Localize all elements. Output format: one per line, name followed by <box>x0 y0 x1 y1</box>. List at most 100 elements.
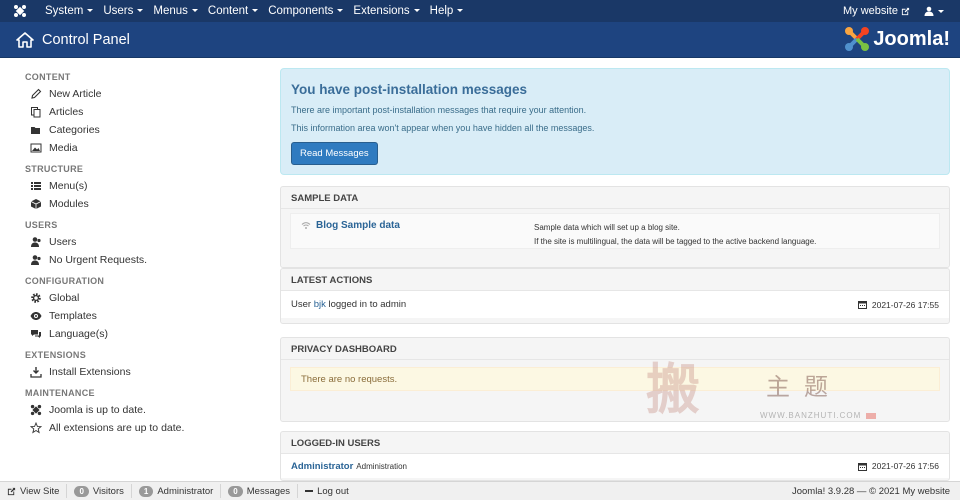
folder-open-icon <box>30 124 48 136</box>
sidebar-heading-configuration: CONFIGURATION <box>25 276 105 286</box>
my-website-link[interactable]: My website <box>843 5 910 17</box>
sample-data-row: Blog Sample data Sample data which will … <box>290 213 940 249</box>
messages-link[interactable]: 0 Messages <box>221 484 299 498</box>
sidebar-item-modules[interactable]: Modules <box>25 195 270 213</box>
logged-in-user-link[interactable]: Administrator <box>291 461 353 472</box>
sidebar-item-global[interactable]: Global <box>25 289 270 307</box>
sidebar-heading-users: USERS <box>25 220 58 230</box>
eye-icon <box>30 310 48 322</box>
main-content: You have post-installation messages Ther… <box>280 68 950 481</box>
menu-content[interactable]: Content <box>203 5 263 17</box>
sidebar-item-label: Menu(s) <box>49 180 88 192</box>
sidebar-item-menus[interactable]: Menu(s) <box>25 177 270 195</box>
panel-heading: SAMPLE DATA <box>281 187 949 209</box>
logged-in-role: Administration <box>356 461 407 471</box>
read-messages-button[interactable]: Read Messages <box>291 142 378 165</box>
latest-action-row: User bjk logged in to admin 2021-07-26 1… <box>281 291 949 318</box>
caret-down-icon <box>413 9 420 13</box>
alert-text-2: This information area won't appear when … <box>291 123 595 133</box>
sidebar-item-label: All extensions are up to date. <box>49 422 185 434</box>
visitors-status: 0 Visitors <box>67 484 132 498</box>
comments-icon <box>30 328 48 340</box>
logged-in-date-text: 2021-07-26 17:56 <box>871 461 939 471</box>
star-icon <box>30 422 48 434</box>
panel-heading: LATEST ACTIONS <box>281 269 949 291</box>
external-link-icon <box>7 487 16 495</box>
menu-users[interactable]: Users <box>98 5 148 17</box>
page-header: Control Panel Joomla! <box>0 22 960 58</box>
messages-badge: 0 <box>228 485 243 497</box>
sidebar-item-label: Language(s) <box>49 328 108 340</box>
sample-desc-line-2: If the site is multilingual, the data wi… <box>534 237 817 246</box>
brand-text: Joomla! <box>873 27 950 50</box>
sidebar-item-users[interactable]: Users <box>25 233 270 251</box>
sidebar-item-new-article[interactable]: New Article <box>25 85 270 103</box>
blog-sample-data-label: Blog Sample data <box>316 220 400 231</box>
cube-icon <box>30 198 48 210</box>
calendar-icon <box>857 462 867 471</box>
sidebar-heading-maintenance: MAINTENANCE <box>25 388 95 398</box>
watermark-text: 主题 <box>766 373 842 401</box>
watermark-url: WWW.BANZHUTI.COM <box>760 411 862 420</box>
sidebar-item-media[interactable]: Media <box>25 139 270 157</box>
sidebar-item-categories[interactable]: Categories <box>25 121 270 139</box>
users-icon <box>30 236 48 248</box>
joomla-icon <box>30 404 48 416</box>
menu-help[interactable]: Help <box>425 5 469 17</box>
watermark-glyph: 搬 <box>646 357 700 421</box>
caret-down-icon <box>457 9 464 13</box>
caret-down-icon <box>252 9 259 13</box>
post-install-alert: You have post-installation messages Ther… <box>280 68 950 175</box>
visitors-badge: 0 <box>74 485 89 497</box>
logged-in-date: 2021-07-26 17:56 <box>857 461 939 471</box>
sidebar-item-templates[interactable]: Templates <box>25 307 270 325</box>
sidebar-heading-extensions: EXTENSIONS <box>25 350 87 360</box>
menu-extensions[interactable]: Extensions <box>348 5 424 17</box>
caret-down-icon <box>87 9 94 13</box>
blog-sample-data-link[interactable]: Blog Sample data <box>301 220 400 231</box>
joomla-logo-icon[interactable] <box>0 4 40 18</box>
sidebar-item-extensions-update[interactable]: All extensions are up to date. <box>25 419 270 437</box>
joomla-brand-icon <box>845 27 870 51</box>
logged-in-row: Administrator Administration 2021-07-26 … <box>281 454 949 478</box>
panel-heading: LOGGED-IN USERS <box>281 432 949 454</box>
pencil-icon <box>30 88 48 100</box>
menu-menus[interactable]: Menus <box>148 5 203 17</box>
sample-data-description: Sample data which will set up a blog sit… <box>534 221 816 249</box>
sidebar-item-label: Global <box>49 292 80 304</box>
users-icon <box>30 254 48 266</box>
joomla-brand: Joomla! <box>844 26 950 52</box>
visitors-label: Visitors <box>92 485 124 497</box>
sidebar-heading-content: CONTENT <box>25 72 71 82</box>
action-user-link[interactable]: bjk <box>314 299 326 310</box>
sample-desc-line-1: Sample data which will set up a blog sit… <box>534 223 680 232</box>
menu-components[interactable]: Components <box>263 5 348 17</box>
user-menu[interactable] <box>924 6 944 16</box>
menu-system[interactable]: System <box>40 5 98 17</box>
sidebar-item-privacy-requests[interactable]: No Urgent Requests. <box>25 251 270 269</box>
external-link-icon <box>901 7 910 15</box>
sidebar-item-languages[interactable]: Language(s) <box>25 325 270 343</box>
sidebar-item-joomla-update[interactable]: Joomla is up to date. <box>25 401 270 419</box>
download-icon <box>30 366 48 378</box>
sidebar-item-articles[interactable]: Articles <box>25 103 270 121</box>
sidebar-heading-structure: STRUCTURE <box>25 164 84 174</box>
sidebar-item-label: Modules <box>49 198 89 210</box>
logged-in-users-panel: LOGGED-IN USERS Administrator Administra… <box>280 431 950 481</box>
footer-credit: Joomla! 3.9.28 — © 2021 My website <box>791 485 950 497</box>
calendar-icon <box>857 301 867 309</box>
sidebar-item-label: Joomla is up to date. <box>49 404 146 416</box>
page-title: Control Panel <box>42 31 130 48</box>
caret-down-icon <box>337 9 344 13</box>
view-site-link[interactable]: View Site <box>0 484 68 498</box>
action-suffix: logged in to admin <box>325 299 407 310</box>
sidebar-item-install-extensions[interactable]: Install Extensions <box>25 363 270 381</box>
view-site-label: View Site <box>20 485 60 497</box>
action-prefix: User <box>291 299 314 310</box>
gear-icon <box>30 292 48 304</box>
top-navbar: System Users Menus Content Components Ex… <box>0 0 960 22</box>
sidebar-item-label: Media <box>49 142 78 154</box>
logout-link[interactable]: Log out <box>298 484 356 498</box>
administrators-label: Administrator <box>157 485 214 497</box>
sample-data-panel: SAMPLE DATA Blog Sample data Sample data… <box>280 186 950 268</box>
